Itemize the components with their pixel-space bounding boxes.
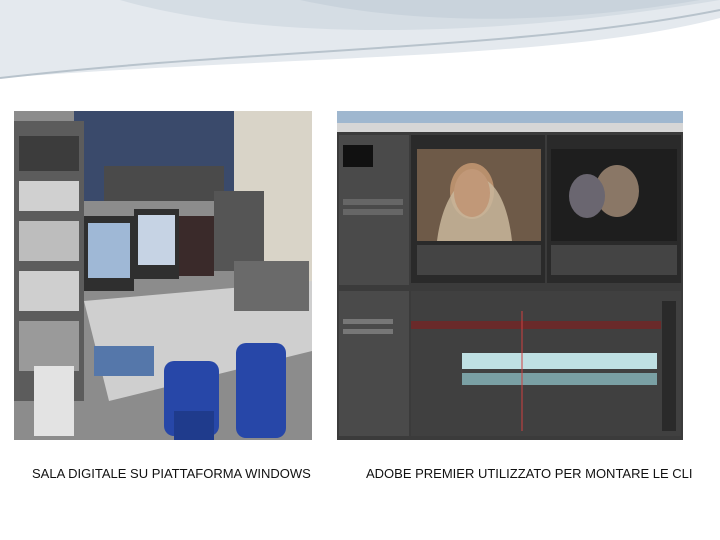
studio-photo-icon — [14, 111, 312, 440]
studio-photo — [14, 111, 312, 440]
premiere-screenshot-icon — [337, 111, 683, 440]
studio-photo-caption: SALA DIGITALE SU PIATTAFORMA WINDOWS — [32, 466, 311, 481]
premiere-screenshot — [337, 111, 683, 440]
premiere-screenshot-caption: ADOBE PREMIER UTILIZZATO PER MONTARE LE … — [366, 466, 693, 481]
header-swoosh-decoration — [0, 0, 720, 79]
